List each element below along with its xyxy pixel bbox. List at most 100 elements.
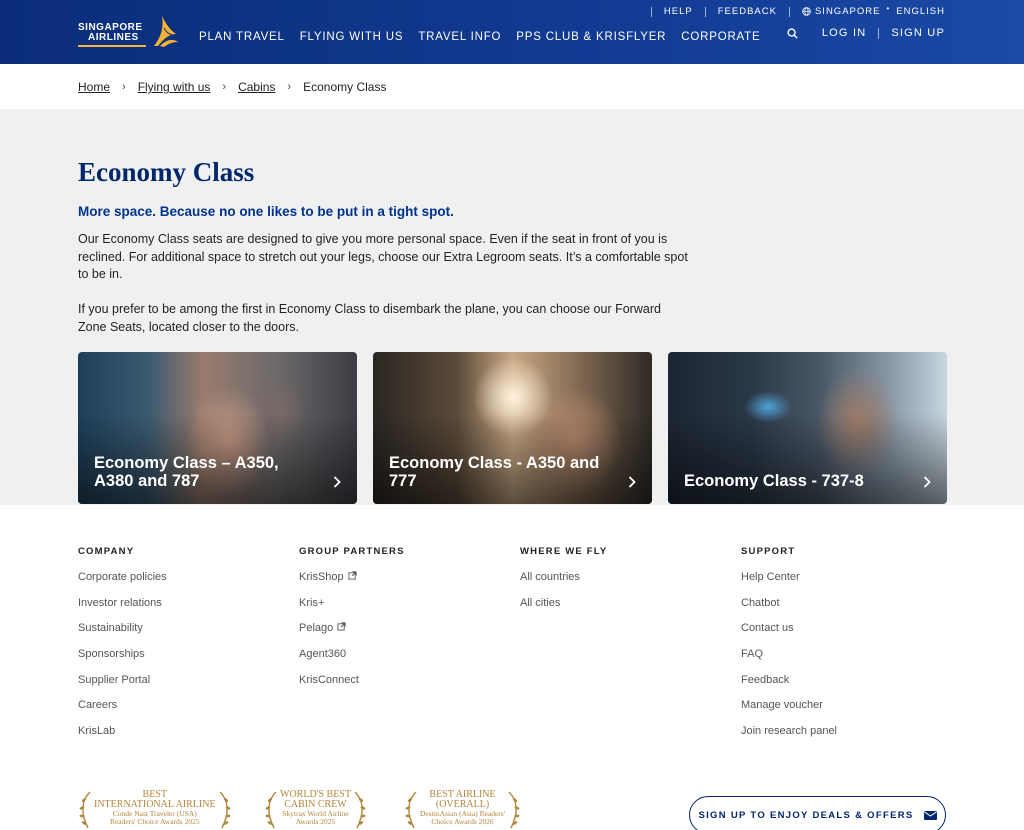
footer-link-all-countries[interactable]: All countries [520,571,607,597]
footer-link-faq[interactable]: FAQ [741,648,837,674]
page-title: Economy Class [78,157,255,187]
cabin-cards: Economy Class – A350, A380 and 787 Econo… [78,352,947,504]
card-title: Economy Class - A350 and 777 [389,454,600,490]
footer-link-sponsorships[interactable]: Sponsorships [78,648,167,674]
footer-heading: SUPPORT [741,546,796,557]
intro-paragraph: Our Economy Class seats are designed to … [78,232,688,281]
divider [788,6,790,17]
award-line: Awards 2025 [295,817,336,826]
chevron-right-icon [333,476,341,488]
chevron-right-icon [923,476,931,488]
footer-link-krisconnect[interactable]: KrisConnect [299,674,405,700]
nav-corporate[interactable]: CORPORATE [681,31,760,43]
chevron-right-icon [628,476,636,488]
globe-icon [802,7,811,16]
footer-link-manage-voucher[interactable]: Manage voucher [741,699,837,725]
cabin-card-737-8[interactable]: Economy Class - 737-8 [668,352,947,504]
cabin-card-a350-a380-787[interactable]: Economy Class – A350, A380 and 787 [78,352,357,504]
logo-wordmark: SINGAPORE AIRLINES [78,23,143,43]
chevron-right-icon: › [222,81,227,93]
site-header: SINGAPORE AIRLINES PLAN TRAVEL FLYING WI… [0,0,1024,64]
card-title: Economy Class – A350, A380 and 787 [94,454,279,490]
award-text: WORLD'S BEST CABIN CREW Skytrax World Ai… [278,790,353,826]
nav-pps-club-krisflyer[interactable]: PPS CLUB & KRISFLYER [516,31,666,43]
award-best-airline-overall: BEST AIRLINE (OVERALL) DestinAsian (Asia… [404,790,521,830]
login-link[interactable]: LOG IN [822,27,867,39]
newsletter-label: SIGN UP TO ENJOY DEALS & OFFERS [698,809,914,821]
award-line: Choice Awards 2026 [431,817,494,826]
cabin-card-a350-777[interactable]: Economy Class - A350 and 777 [373,352,652,504]
breadcrumb: Home › Flying with us › Cabins › Economy… [78,80,386,94]
footer-link-help-center[interactable]: Help Center [741,571,837,597]
country-selector[interactable]: SINGAPORE [815,6,881,17]
feedback-link[interactable]: FEEDBACK [718,6,777,17]
separator-dot: • [886,4,891,13]
signup-link[interactable]: SIGN UP [891,27,945,39]
footer-link-supplier-portal[interactable]: Supplier Portal [78,674,167,700]
external-link-icon [348,571,357,580]
footer-link-pelago[interactable]: Pelago [299,622,405,648]
link-label: KrisShop [299,571,344,583]
laurel-left-icon [264,790,278,830]
breadcrumb-home[interactable]: Home [78,80,110,94]
mail-icon [923,810,937,820]
forward-zone-paragraph: If you prefer to be among the first in E… [78,302,661,334]
nav-flying-with-us[interactable]: FLYING WITH US [300,31,404,43]
card-title: Economy Class - 737-8 [684,472,864,490]
utility-nav: HELP FEEDBACK SINGAPORE • ENGLISH [639,4,945,17]
footer-heading: GROUP PARTNERS [299,546,405,557]
award-line: Readers' Choice Awards 2025 [109,817,200,826]
footer-company: COMPANY Corporate policies Investor rela… [78,546,167,751]
breadcrumb-flying-with-us[interactable]: Flying with us [138,80,211,94]
award-best-international-airline: BEST INTERNATIONAL AIRLINE Conde Nast Tr… [78,790,232,830]
laurel-right-icon [218,790,232,830]
help-link[interactable]: HELP [664,6,693,17]
footer-link-careers[interactable]: Careers [78,699,167,725]
nav-travel-info[interactable]: TRAVEL INFO [418,31,501,43]
footer-link-join-research-panel[interactable]: Join research panel [741,725,837,751]
footer-link-chatbot[interactable]: Chatbot [741,597,837,623]
link-label: Pelago [299,622,334,635]
breadcrumb-current: Economy Class [303,80,387,94]
breadcrumb-cabins[interactable]: Cabins [238,80,275,94]
language-selector[interactable]: ENGLISH [896,6,945,17]
chevron-right-icon: › [122,81,126,93]
search-icon[interactable] [787,27,798,39]
brand-logo[interactable]: SINGAPORE AIRLINES [78,12,182,52]
logo-underline [78,45,146,47]
footer-heading: WHERE WE FLY [520,546,608,557]
award-text: BEST INTERNATIONAL AIRLINE Conde Nast Tr… [92,790,218,826]
footer-link-sustainability[interactable]: Sustainability [78,622,167,648]
bird-logo-icon [154,16,178,47]
footer-link-contact-us[interactable]: Contact us [741,622,837,648]
nav-plan-travel[interactable]: PLAN TRAVEL [199,31,285,43]
divider [650,6,652,17]
laurel-right-icon [507,790,521,830]
footer-link-investor-relations[interactable]: Investor relations [78,597,167,623]
main-nav: PLAN TRAVEL FLYING WITH US TRAVEL INFO P… [199,31,775,43]
laurel-left-icon [78,790,92,830]
footer-link-all-cities[interactable]: All cities [520,597,607,623]
divider [878,27,880,39]
laurel-left-icon [404,790,418,830]
footer-link-corporate-policies[interactable]: Corporate policies [78,571,167,597]
newsletter-signup-button[interactable]: SIGN UP TO ENJOY DEALS & OFFERS [689,796,946,830]
laurel-right-icon [353,790,367,830]
logo-line-2: AIRLINES [88,32,139,43]
footer-link-krisshop[interactable]: KrisShop [299,571,405,597]
chevron-right-icon: › [287,81,292,93]
footer-support: SUPPORT Help Center Chatbot Contact us F… [741,546,837,751]
main-content: Economy Class More space. Because no one… [0,109,1024,505]
footer-where-we-fly: WHERE WE FLY All countries All cities [520,546,607,622]
footer-heading: COMPANY [78,546,135,557]
award-worlds-best-cabin-crew: WORLD'S BEST CABIN CREW Skytrax World Ai… [264,790,367,830]
footer-link-agent360[interactable]: Agent360 [299,648,405,674]
footer-link-kris-plus[interactable]: Kris+ [299,597,405,623]
footer-link-feedback[interactable]: Feedback [741,674,837,700]
footer-link-krislab[interactable]: KrisLab [78,725,167,751]
external-link-icon [337,622,346,631]
account-nav: LOG IN SIGN UP [787,27,945,39]
footer-group-partners: GROUP PARTNERS KrisShop Kris+ Pelago Age… [299,546,405,699]
page-subtitle: More space. Because no one likes to be p… [78,204,454,219]
award-text: BEST AIRLINE (OVERALL) DestinAsian (Asia… [418,790,507,826]
